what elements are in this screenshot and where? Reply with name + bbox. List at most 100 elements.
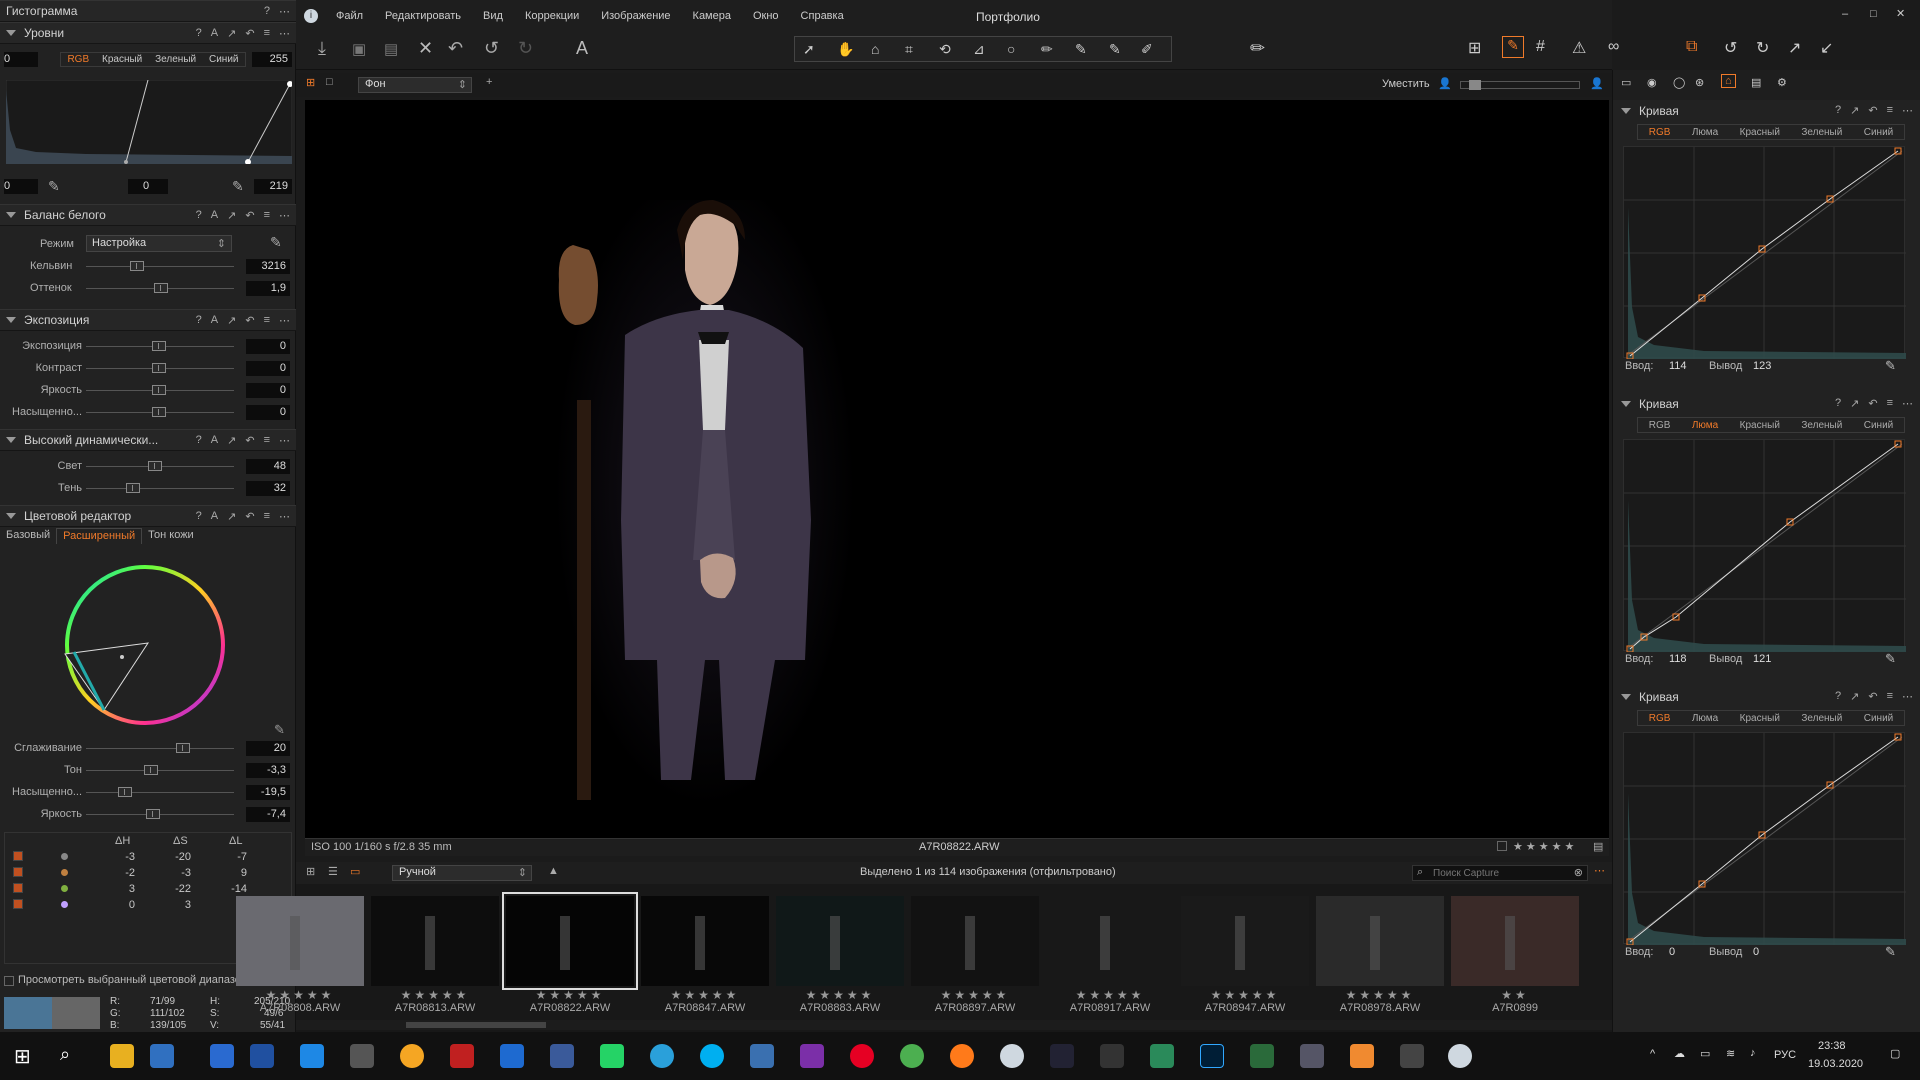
thumbnail-stars[interactable]: ★★★★★ (504, 988, 636, 1002)
curve-tab[interactable]: Синий (1864, 713, 1894, 724)
lens-tab-icon[interactable]: ◯ (1673, 76, 1685, 89)
kelvin-slider[interactable] (86, 261, 234, 271)
levels-input-high[interactable]: 255 (252, 52, 292, 67)
capture-one-active-icon[interactable] (1448, 1044, 1472, 1068)
collapse-icon[interactable] (6, 212, 16, 218)
clear-search-icon[interactable]: ⊗ (1574, 866, 1583, 879)
adjust-slider[interactable] (86, 363, 234, 373)
brush-icon[interactable]: ✏ (1041, 41, 1053, 58)
copy-icon[interactable]: ↗ (227, 510, 236, 523)
help-icon[interactable]: ? (196, 27, 202, 40)
reset-icon[interactable]: ↶ (1868, 690, 1877, 703)
filmstrip-scrollbar[interactable] (296, 1020, 1612, 1030)
reset-icon[interactable]: ↶ (245, 434, 254, 447)
reset-icon[interactable]: ↶ (245, 27, 254, 40)
menu-item[interactable]: Коррекции (525, 10, 579, 22)
adjust-slider[interactable] (86, 765, 234, 775)
help-icon[interactable]: ? (1835, 397, 1841, 410)
adjust-slider[interactable] (86, 461, 234, 471)
collapse-icon[interactable] (6, 317, 16, 323)
slider-knob[interactable] (148, 461, 162, 471)
auto-icon[interactable]: A (211, 510, 218, 523)
color-picker-icon[interactable]: ✎ (274, 722, 285, 738)
calendar-icon[interactable] (250, 1044, 274, 1068)
range-dh[interactable]: -3 (105, 851, 135, 863)
help-icon[interactable]: ? (1835, 690, 1841, 703)
app-icon[interactable] (1250, 1044, 1274, 1068)
library-tab-icon[interactable]: ▭ (1621, 76, 1631, 89)
range-dh[interactable]: -2 (105, 867, 135, 879)
skype-icon[interactable] (700, 1044, 724, 1068)
more-icon[interactable]: ⋯ (1594, 864, 1605, 877)
explorer-icon[interactable] (110, 1044, 134, 1068)
slider-value[interactable]: 20 (246, 741, 290, 756)
auto-icon[interactable]: A (211, 314, 218, 327)
auto-icon[interactable]: A (211, 27, 218, 40)
filmstrip-icon[interactable]: ▭ (350, 865, 360, 878)
range-dl[interactable]: -7 (217, 851, 247, 863)
help-icon[interactable]: ? (264, 5, 270, 18)
battery-icon[interactable]: ▭ (1700, 1047, 1710, 1060)
view-range-checkbox[interactable] (4, 976, 14, 986)
rotate-right-icon[interactable]: ↻ (1756, 38, 1769, 58)
presets-icon[interactable]: ≡ (264, 510, 270, 523)
more-icon[interactable]: ⋯ (279, 5, 290, 18)
thumbnail[interactable] (1316, 896, 1444, 986)
slider-value[interactable]: -3,3 (246, 763, 290, 778)
curve-tab[interactable]: Красный (1740, 713, 1780, 724)
adjust-slider[interactable] (86, 809, 234, 819)
curve-picker-icon[interactable]: ✎ (1885, 944, 1896, 960)
wb-picker-icon[interactable]: ✎ (270, 234, 282, 251)
slider-value[interactable]: 0 (246, 405, 290, 420)
slider-knob[interactable] (152, 385, 166, 395)
levels-histogram[interactable] (6, 80, 292, 164)
copy-icon[interactable]: ↗ (1850, 690, 1859, 703)
thumbnail-stars[interactable]: ★★★★★ (1314, 988, 1446, 1002)
reset-icon[interactable]: ↶ (1868, 397, 1877, 410)
slider-knob[interactable] (146, 809, 160, 819)
curve-graph[interactable] (1623, 439, 1906, 652)
search-input[interactable] (1433, 867, 1563, 879)
adjust-slider[interactable] (86, 483, 234, 493)
notifications-icon[interactable]: ▢ (1890, 1047, 1900, 1060)
histogram-header[interactable]: Гистограмма? ⋯ (0, 0, 296, 22)
thumbnail[interactable] (776, 896, 904, 986)
scrollbar-thumb[interactable] (406, 1022, 546, 1028)
rotate-icon[interactable]: ⟲ (939, 41, 951, 58)
thumbnail[interactable] (502, 892, 638, 990)
slider-value[interactable]: 0 (246, 339, 290, 354)
range-ds[interactable]: 3 (161, 899, 191, 911)
curve-header[interactable]: Кривая? ↗ ↶ ≡ ⋯ (1613, 686, 1920, 708)
help-icon[interactable]: ? (196, 209, 202, 222)
color-editor-header[interactable]: Цветовой редактор? A ↗ ↶ ≡ ⋯ (0, 505, 296, 527)
curve-header[interactable]: Кривая? ↗ ↶ ≡ ⋯ (1613, 393, 1920, 415)
range-checkbox[interactable] (13, 899, 23, 909)
curve-picker-icon[interactable]: ✎ (1885, 358, 1896, 374)
tray-chevron-icon[interactable]: ^ (1650, 1048, 1655, 1060)
wb-header[interactable]: Баланс белого? A ↗ ↶ ≡ ⋯ (0, 204, 296, 226)
app-icon[interactable] (1100, 1044, 1124, 1068)
slider-knob[interactable] (118, 787, 132, 797)
slider-value[interactable]: 0 (246, 383, 290, 398)
app-icon[interactable] (400, 1044, 424, 1068)
move-folder-icon[interactable]: ▤ (384, 40, 398, 58)
slider-value[interactable]: -7,4 (246, 807, 290, 822)
reset-icon[interactable]: ↶ (245, 510, 254, 523)
curve-tab[interactable]: Красный (1740, 420, 1780, 431)
range-ds[interactable]: -22 (161, 883, 191, 895)
levels-header[interactable]: Уровни? A ↗ ↶ ≡ ⋯ (0, 22, 296, 44)
zoom-slider[interactable] (1460, 80, 1580, 90)
tab-basic[interactable]: Базовый (0, 528, 56, 544)
slider-knob[interactable] (130, 261, 144, 271)
variants-icon[interactable]: ⧉ (1686, 38, 1697, 56)
slider-knob[interactable] (152, 407, 166, 417)
levels-mid[interactable]: 0 (128, 179, 168, 194)
collapse-icon[interactable] (6, 437, 16, 443)
thumbnail-stars[interactable]: ★★★★★ (639, 988, 771, 1002)
curve-tab[interactable]: Красный (1740, 127, 1780, 138)
minimize-icon[interactable]: – (1842, 8, 1848, 20)
menu-item[interactable]: Справка (801, 10, 844, 22)
grid-overlay-icon[interactable]: # (1536, 38, 1545, 56)
levels-input-low[interactable]: 0 (4, 52, 38, 67)
thumbnail-stars[interactable]: ★★ (1449, 988, 1581, 1002)
